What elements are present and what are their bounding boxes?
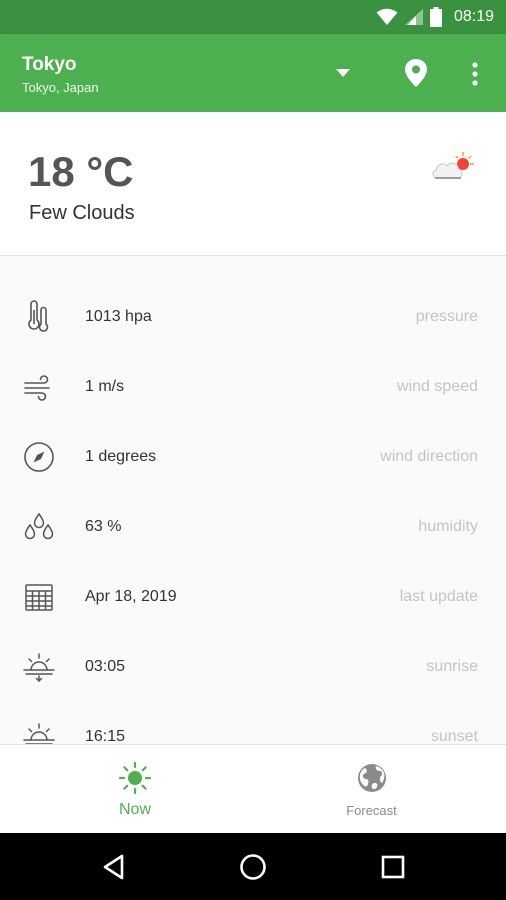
pressure-value: 1013 hpa [85, 308, 152, 325]
bottom-navigation: Now Forecast [0, 744, 506, 833]
thermometer-icon [28, 300, 49, 332]
location-pin-icon [405, 59, 427, 87]
detail-row-wind-speed: 1 m/s wind speed [0, 352, 506, 422]
last-update-value: Apr 18, 2019 [85, 588, 177, 605]
wifi-icon [376, 8, 398, 25]
more-vert-icon [472, 62, 478, 86]
humidity-value: 63 % [85, 518, 122, 535]
detail-row-sunset: 16:15 sunset [0, 702, 506, 744]
humidity-drops-icon [24, 512, 54, 540]
city-subtitle: Tokyo, Japan [22, 80, 99, 95]
home-circle-icon [240, 854, 266, 880]
dropdown-arrow-icon [336, 69, 350, 77]
pressure-label: pressure [415, 308, 478, 325]
current-condition: Few Clouds [29, 202, 135, 224]
status-icons: 08:19 [376, 0, 494, 34]
city-dropdown-button[interactable] [330, 62, 356, 84]
city-title[interactable]: Tokyo [22, 54, 77, 76]
detail-row-humidity: 63 % humidity [0, 492, 506, 562]
sunset-value: 16:15 [85, 728, 126, 744]
humidity-label: humidity [418, 518, 478, 535]
screen: 08:19 Tokyo Tokyo, Japan 18 °C Few Cloud… [0, 0, 506, 900]
location-button[interactable] [402, 58, 430, 88]
detail-row-pressure: 1013 hpa pressure [0, 282, 506, 352]
current-temperature: 18 °C [28, 148, 134, 195]
wind-icon [24, 375, 50, 401]
back-triangle-icon [103, 854, 124, 880]
system-recents-button[interactable] [377, 851, 409, 883]
sunrise-value: 03:05 [85, 658, 126, 675]
wind-direction-label: wind direction [380, 448, 478, 465]
wind-speed-value: 1 m/s [85, 378, 125, 395]
nav-label-now: Now [118, 801, 151, 818]
signal-icon [404, 9, 423, 25]
compass-icon [24, 442, 54, 472]
sun-icon [118, 761, 152, 795]
recents-square-icon [381, 855, 405, 879]
system-navigation-bar [0, 833, 506, 900]
status-time: 08:19 [453, 8, 494, 25]
current-weather-card: 18 °C Few Clouds [0, 112, 506, 256]
last-update-label: last update [399, 588, 478, 605]
system-back-button[interactable] [98, 851, 130, 883]
nav-tab-forecast[interactable]: Forecast [245, 745, 498, 834]
system-home-button[interactable] [237, 851, 269, 883]
app-bar: Tokyo Tokyo, Japan [0, 34, 506, 112]
cloud-sun-icon [432, 152, 474, 179]
sunset-icon [23, 723, 55, 744]
wind-direction-value: 1 degrees [85, 448, 157, 465]
nav-label-forecast: Forecast [346, 803, 397, 818]
detail-row-last-update: Apr 18, 2019 last update [0, 562, 506, 632]
sunrise-label: sunrise [426, 658, 478, 675]
sunrise-icon [23, 653, 55, 683]
weather-details-list[interactable]: 1013 hpa pressure 1 m/s wind speed 1 deg… [0, 256, 506, 744]
battery-icon [429, 7, 442, 27]
more-options-button[interactable] [463, 60, 487, 88]
detail-row-sunrise: 03:05 sunrise [0, 632, 506, 702]
sunset-label: sunset [430, 728, 478, 744]
calendar-icon [25, 584, 53, 611]
wind-speed-label: wind speed [397, 378, 478, 395]
globe-icon [357, 764, 386, 792]
nav-tab-now[interactable]: Now [10, 745, 260, 834]
status-bar: 08:19 [0, 0, 506, 34]
detail-row-wind-direction: 1 degrees wind direction [0, 422, 506, 492]
